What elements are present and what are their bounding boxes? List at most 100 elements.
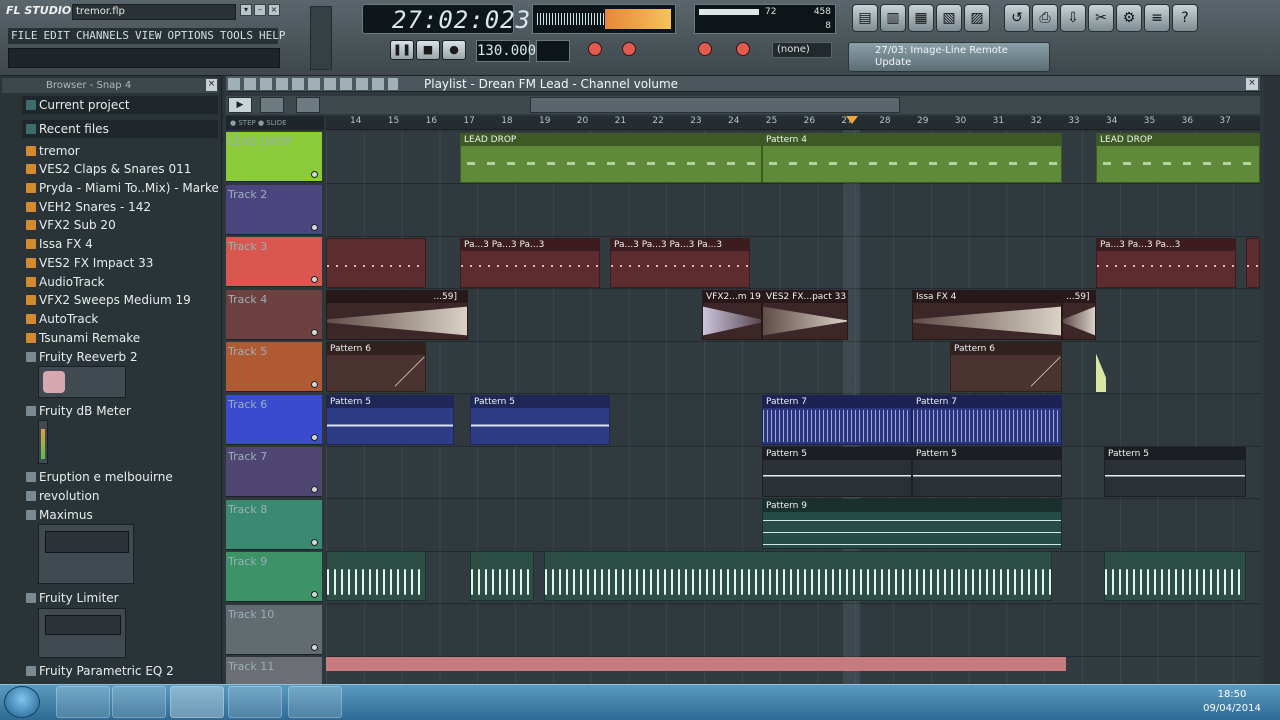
browser-item[interactable]: AudioTrack <box>22 273 218 291</box>
track-mute-icon[interactable] <box>311 276 318 283</box>
track-header[interactable]: Track 6 <box>226 394 322 445</box>
db-meter-thumbnail[interactable] <box>38 420 48 464</box>
browser-item[interactable]: Tsunami Remake <box>22 329 218 347</box>
undo-icon[interactable]: ↺ <box>1004 4 1030 32</box>
fl-studio-taskbar-icon[interactable] <box>170 686 224 718</box>
clip-audio-sweep[interactable]: ...59] <box>326 290 468 340</box>
clip-pattern-5[interactable]: Pattern 5 <box>912 447 1062 497</box>
track-mute-icon[interactable] <box>311 433 318 441</box>
browser-item[interactable]: Recent files <box>22 120 218 138</box>
limiter-thumbnail[interactable] <box>38 608 126 658</box>
system-clock[interactable]: 18:50 09/04/2014 <box>1196 688 1268 716</box>
browser-item[interactable]: AutoTrack <box>22 310 218 328</box>
clip-drum-loop[interactable] <box>470 551 534 601</box>
stop-button[interactable]: ■ <box>416 40 440 60</box>
minimize-icon[interactable]: – <box>254 4 266 16</box>
clip-lead-drop[interactable]: LEAD DROP <box>460 133 762 183</box>
track-header[interactable]: Track 2 <box>226 184 322 235</box>
clip-drum-loop[interactable] <box>1104 551 1246 601</box>
clip-track3-pattern[interactable] <box>1246 238 1260 288</box>
browser-item[interactable]: Eruption e melbouirne <box>22 468 218 486</box>
browser-item[interactable]: Maximus <box>22 506 218 524</box>
maximus-thumbnail[interactable] <box>38 524 134 584</box>
track-header[interactable]: Track 9 <box>226 552 322 602</box>
menu-file[interactable]: FILE <box>8 28 41 44</box>
count-in-toggle-icon[interactable] <box>622 42 636 56</box>
piano-roll-icon[interactable]: ▥ <box>880 4 906 32</box>
track-mute-icon[interactable] <box>311 643 318 651</box>
browser-title[interactable]: Browser - Snap 4 <box>2 78 218 93</box>
media-player-taskbar-icon[interactable] <box>112 686 166 718</box>
track-mute-icon[interactable] <box>311 591 318 598</box>
fl-helper-taskbar-icon[interactable] <box>288 686 342 718</box>
snap-icon[interactable] <box>260 97 284 113</box>
track-header[interactable]: Track 8 <box>226 499 322 550</box>
clip-automation-track11[interactable] <box>326 657 1066 671</box>
browser-item[interactable]: VEH2 Snares - 142 <box>22 198 218 216</box>
clip-pattern-5[interactable]: Pattern 5 <box>326 395 454 445</box>
clip-vfx2-sweeps[interactable]: VFX2...m 19 <box>702 290 762 340</box>
clip-pattern-5[interactable]: Pattern 5 <box>470 395 610 445</box>
playhead-marker-icon[interactable] <box>846 116 858 124</box>
reeverb-thumbnail[interactable] <box>38 366 126 398</box>
render-icon[interactable]: ⇩ <box>1060 4 1086 32</box>
save-icon[interactable]: ⎙ <box>1032 4 1058 32</box>
close-icon[interactable]: × <box>268 4 280 16</box>
clip-pattern-7[interactable]: Pattern 7 <box>912 395 1062 445</box>
track-mute-icon[interactable] <box>311 328 318 336</box>
loop-record-toggle-icon[interactable] <box>698 42 712 56</box>
news-panel[interactable]: 27/03: Image-Line Remote Update <box>848 42 1050 72</box>
playlist-close-icon[interactable]: × <box>1246 78 1258 90</box>
menu-options[interactable]: OPTIONS <box>164 28 216 44</box>
record-button[interactable]: ● <box>442 40 466 60</box>
clip-track3-pattern[interactable]: Pa...3 Pa...3 Pa...3 <box>460 238 600 288</box>
pattern-selector[interactable]: (none) <box>772 42 832 58</box>
track-header[interactable]: Track 3 <box>226 237 322 287</box>
clip-drum-loop[interactable] <box>326 551 426 601</box>
clip-track3-pattern[interactable] <box>326 238 426 288</box>
playlist-tool-icons[interactable] <box>228 78 398 90</box>
clip-drum-loop[interactable] <box>544 551 1052 601</box>
track-header[interactable]: Track 5 <box>226 342 322 392</box>
step-sequencer-icon[interactable]: ▦ <box>908 4 934 32</box>
clip-pattern-5[interactable]: Pattern 5 <box>1104 447 1246 497</box>
clip-pattern-6[interactable]: Pattern 6 <box>326 342 426 392</box>
track-header[interactable]: Track 10 <box>226 604 322 655</box>
menu-edit[interactable]: EDIT <box>41 28 74 44</box>
explorer-taskbar-icon[interactable] <box>56 686 110 718</box>
pause-button[interactable]: ❚❚ <box>390 40 414 60</box>
track-header[interactable]: Track 7 <box>226 447 322 497</box>
browser-item[interactable]: VFX2 Sweeps Medium 19 <box>22 291 218 309</box>
clip-pattern-4[interactable]: Pattern 4 <box>762 133 1062 183</box>
clip-audio-sweep[interactable]: ...59] <box>1062 290 1096 340</box>
mixer-icon[interactable]: ▧ <box>936 4 962 32</box>
clip-track3-pattern[interactable]: Pa...3 Pa...3 Pa...3 <box>1096 238 1236 288</box>
clip-pattern-6[interactable]: Pattern 6 <box>950 342 1062 392</box>
menu-channels[interactable]: CHANNELS <box>73 28 132 44</box>
track-mute-icon[interactable] <box>311 486 318 493</box>
master-volume-slider[interactable] <box>310 6 332 70</box>
clip-ves2-fx-impact[interactable]: VES2 FX...pact 33 <box>762 290 848 340</box>
track-mute-icon[interactable] <box>311 538 318 546</box>
menu-tools[interactable]: TOOLS <box>217 28 256 44</box>
metronome-toggle-icon[interactable] <box>588 42 602 56</box>
help-icon[interactable]: ? <box>1172 4 1198 32</box>
note-icon[interactable] <box>296 97 320 113</box>
tools-icon[interactable]: ✂ <box>1088 4 1114 32</box>
browser-item[interactable]: Issa FX 4 <box>22 235 218 253</box>
track-mute-icon[interactable] <box>311 381 318 388</box>
browser-item[interactable]: tremor <box>22 142 218 160</box>
browser-close-icon[interactable]: × <box>206 79 217 91</box>
playlist-scroll-thumb[interactable] <box>530 97 900 113</box>
browser-item[interactable]: Fruity Limiter <box>22 589 218 607</box>
browser-item[interactable]: Pryda - Miami To..Mix) - Marker #2_3 <box>22 179 218 197</box>
pattern-number-display[interactable] <box>536 40 570 62</box>
chrome-taskbar-icon[interactable] <box>228 686 282 718</box>
step-slide-toggle[interactable]: ● STEP ● SLIDE <box>226 116 324 130</box>
settings-icon[interactable]: ⚙ <box>1116 4 1142 32</box>
menu-view[interactable]: VIEW <box>132 28 165 44</box>
browser-item[interactable]: Current project <box>22 96 218 114</box>
clip-lead-drop[interactable]: LEAD DROP <box>1096 133 1260 183</box>
browser-item[interactable]: Fruity dB Meter <box>22 402 218 420</box>
clip-issa-fx-4[interactable]: Issa FX 4 <box>912 290 1062 340</box>
